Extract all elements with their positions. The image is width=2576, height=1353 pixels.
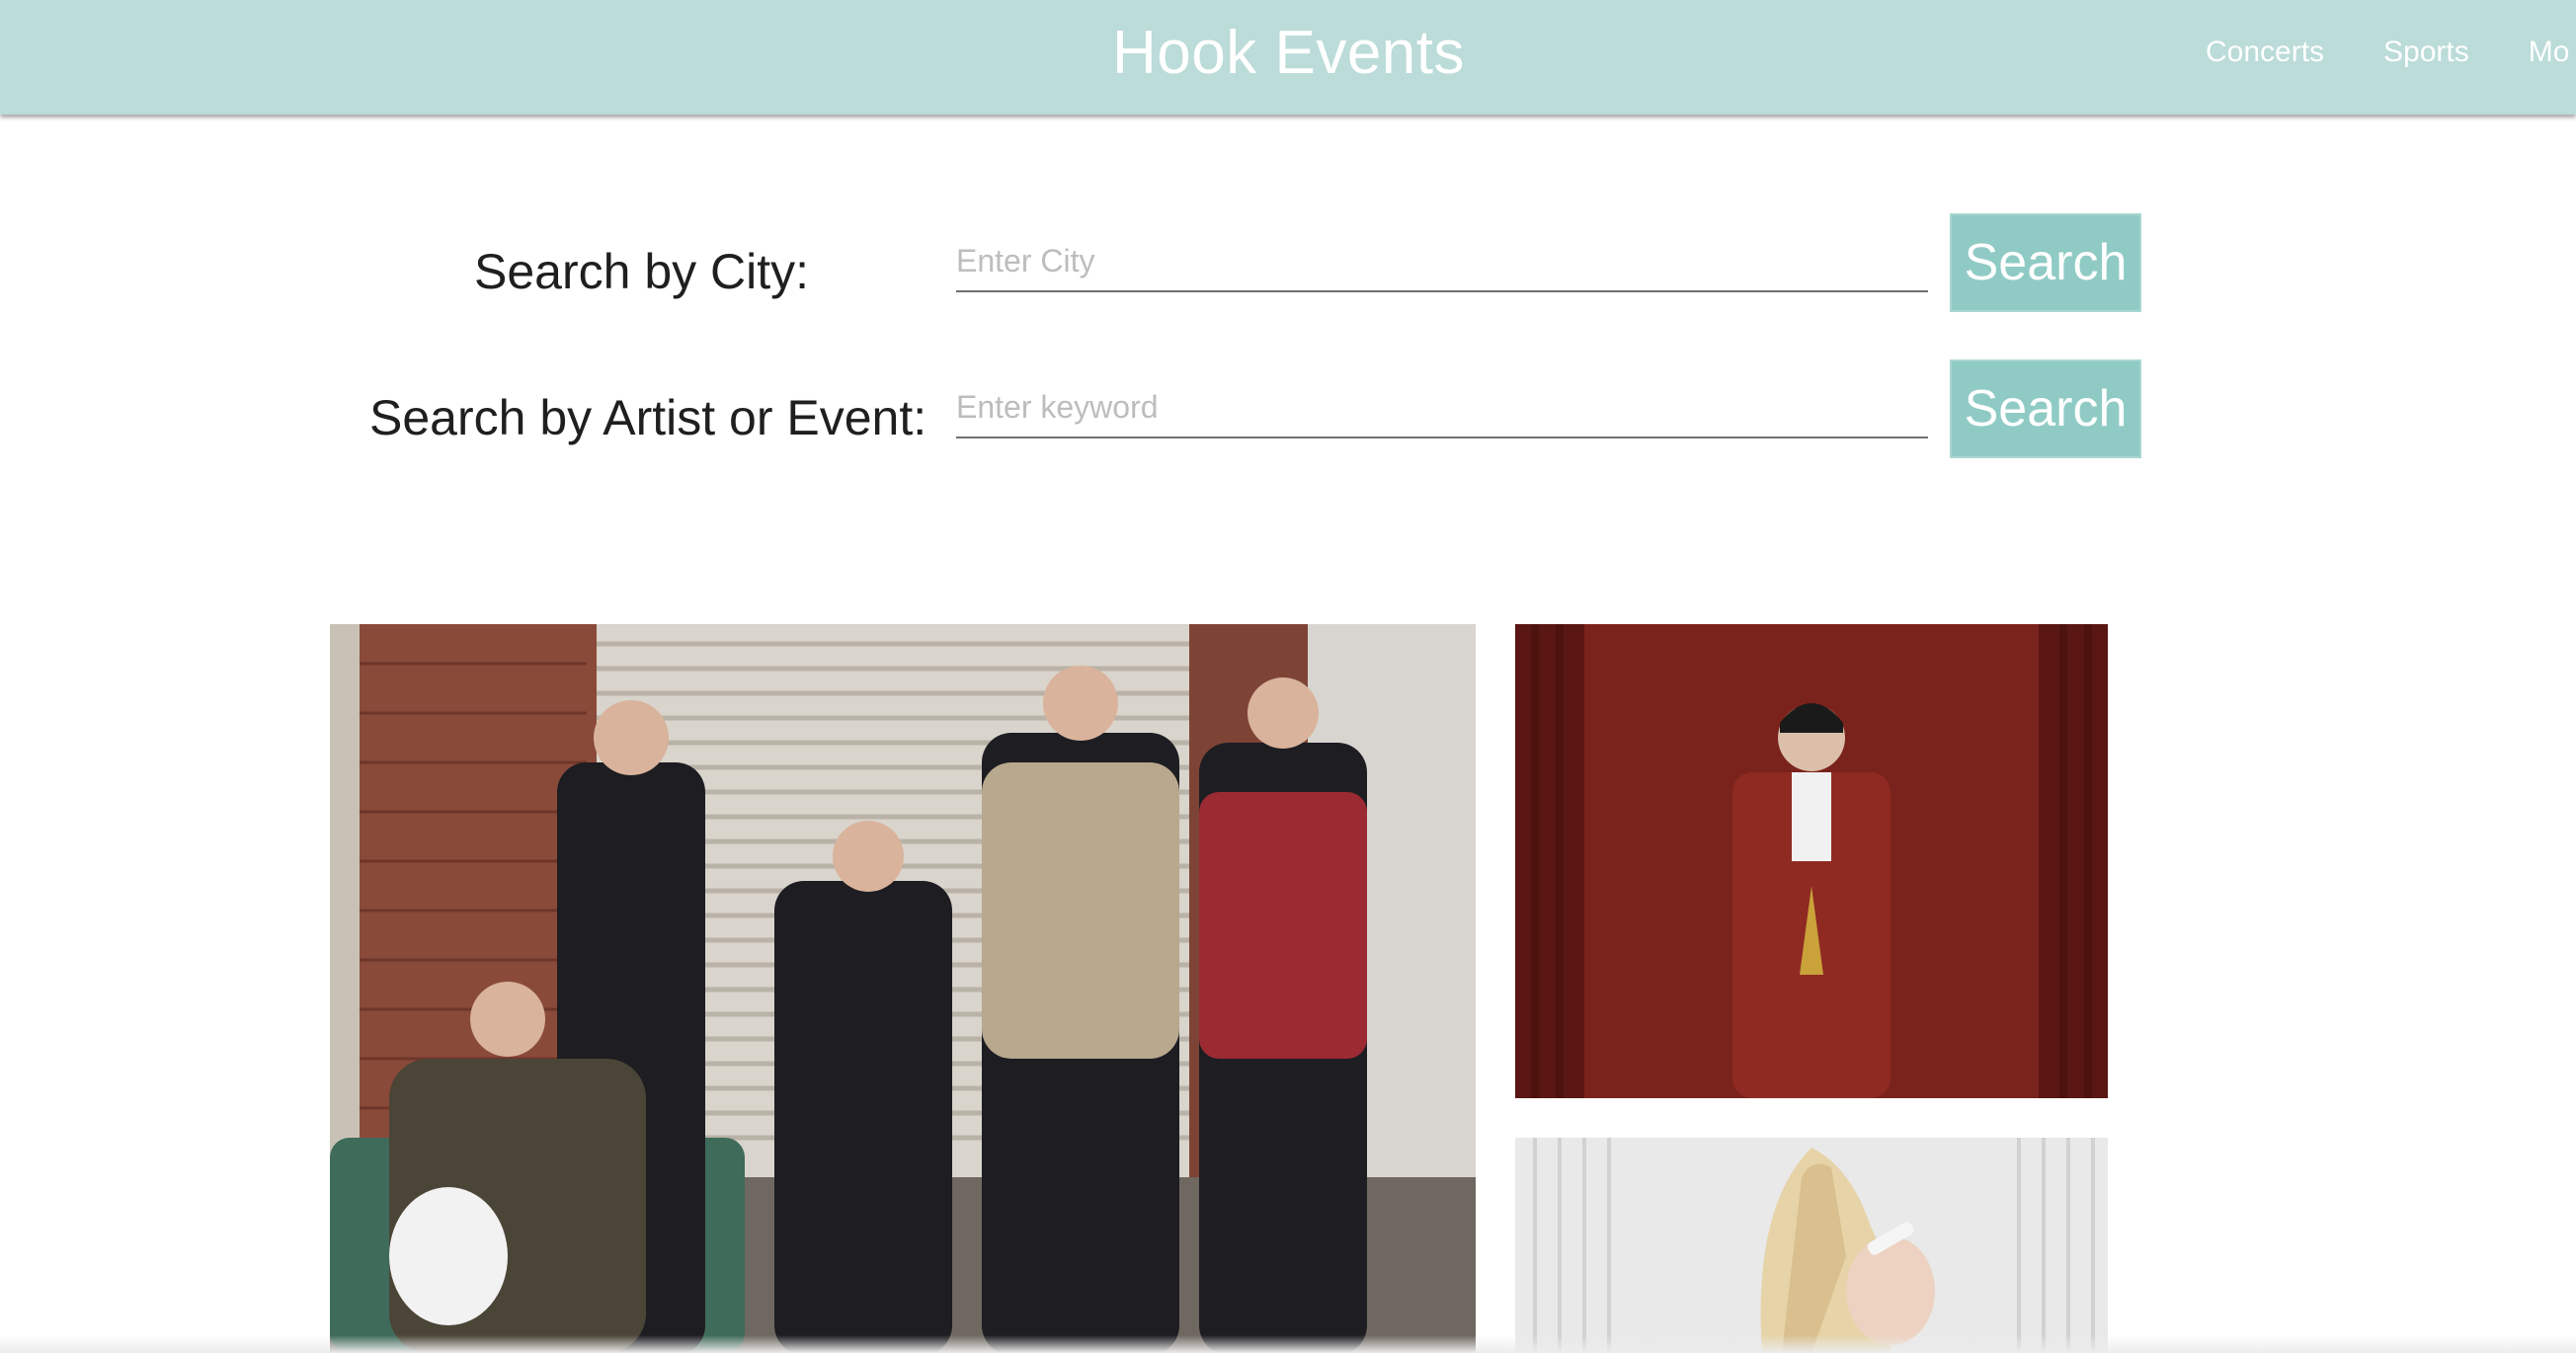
nav-link-concerts[interactable]: Concerts (2206, 36, 2324, 69)
bottom-fade (0, 1335, 2576, 1353)
nav-link-sports[interactable]: Sports (2383, 36, 2469, 69)
site-brand[interactable]: Hook Events (1112, 18, 1465, 88)
featured-band-photo[interactable] (330, 624, 1476, 1353)
city-search-button[interactable]: Search (1950, 213, 2141, 312)
nav-links: Concerts Sports Mo (2206, 36, 2576, 69)
top-navbar: Hook Events Concerts Sports Mo (0, 0, 2576, 115)
featured-artist-photo-1[interactable] (1515, 624, 2108, 1098)
city-search-input[interactable] (956, 231, 1928, 292)
featured-artist-photo-2[interactable] (1515, 1138, 2108, 1353)
nav-link-more[interactable]: Mo (2529, 36, 2570, 69)
page: Hook Events Concerts Sports Mo Search by… (0, 0, 2576, 1353)
keyword-search-label: Search by Artist or Event: (369, 390, 927, 445)
keyword-search-button[interactable]: Search (1950, 359, 2141, 458)
keyword-search-input[interactable] (956, 377, 1928, 438)
city-search-label: Search by City: (474, 244, 810, 299)
